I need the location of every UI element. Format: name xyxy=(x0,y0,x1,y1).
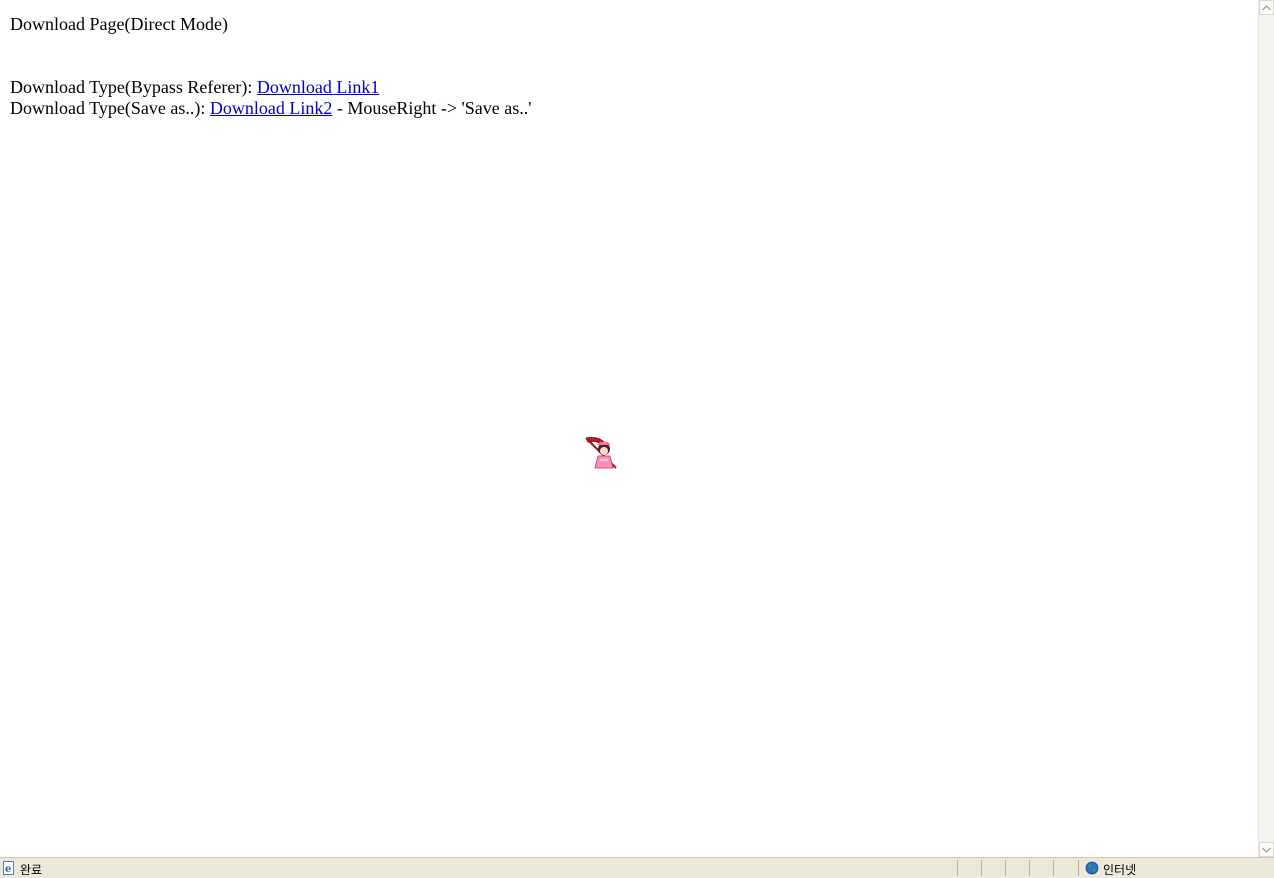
character-sprite-icon xyxy=(585,437,617,469)
download-line-1: Download Type(Bypass Referer): Download … xyxy=(10,77,379,98)
download-line-1-label: Download Type(Bypass Referer): xyxy=(10,77,257,97)
zone-text: 인터넷 xyxy=(1103,863,1137,877)
status-text: 완료 xyxy=(20,863,43,877)
status-pane xyxy=(1005,860,1029,876)
scroll-up-button[interactable] xyxy=(1259,0,1274,15)
download-line-2: Download Type(Save as..): Download Link2… xyxy=(10,98,531,119)
chevron-up-icon xyxy=(1262,4,1271,10)
download-line-2-hint: - MouseRight -> 'Save as..' xyxy=(332,98,532,118)
status-pane xyxy=(1029,860,1053,876)
download-link-1[interactable]: Download Link1 xyxy=(257,77,379,97)
browser-viewport: Download Page(Direct Mode) Download Type… xyxy=(0,0,1258,857)
svg-text:e: e xyxy=(5,864,11,875)
globe-icon xyxy=(1085,861,1099,875)
download-line-2-label: Download Type(Save as..): xyxy=(10,98,210,118)
vertical-scrollbar[interactable] xyxy=(1258,0,1274,857)
page-title: Download Page(Direct Mode) xyxy=(10,14,228,34)
status-pane xyxy=(1053,860,1078,876)
chevron-down-icon xyxy=(1262,847,1271,853)
security-zone[interactable]: 인터넷 xyxy=(1078,860,1274,877)
status-bar: e 완료 인터넷 xyxy=(0,857,1274,878)
scroll-down-button[interactable] xyxy=(1259,842,1274,857)
download-link-2[interactable]: Download Link2 xyxy=(210,98,332,118)
ie-page-icon: e xyxy=(3,861,14,875)
status-pane xyxy=(957,860,981,876)
status-pane xyxy=(981,860,1005,876)
